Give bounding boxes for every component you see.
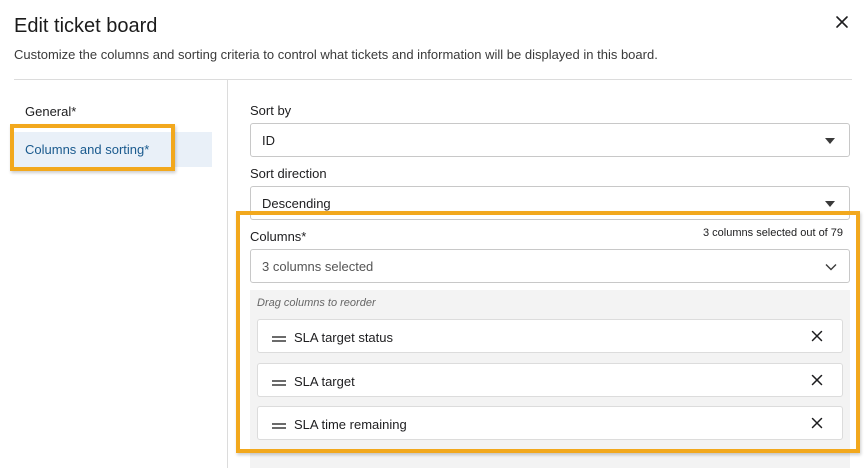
sidebar: General* Columns and sorting*: [0, 80, 228, 468]
dialog-title: Edit ticket board: [14, 15, 158, 37]
sidebar-item-general[interactable]: General*: [25, 104, 76, 119]
close-icon: [836, 16, 848, 28]
dialog-subtitle: Customize the columns and sorting criter…: [14, 47, 658, 62]
sort-direction-value: Descending: [262, 196, 331, 211]
caret-down-icon: [825, 201, 835, 207]
sort-by-select[interactable]: ID: [250, 123, 850, 157]
sort-by-value: ID: [262, 133, 275, 148]
caret-down-icon: [825, 138, 835, 144]
sort-direction-label: Sort direction: [250, 166, 327, 181]
highlight-box-sidebar: [10, 124, 175, 171]
sort-by-label: Sort by: [250, 103, 292, 118]
highlight-box-columns: [236, 211, 860, 453]
close-button[interactable]: [832, 12, 852, 32]
